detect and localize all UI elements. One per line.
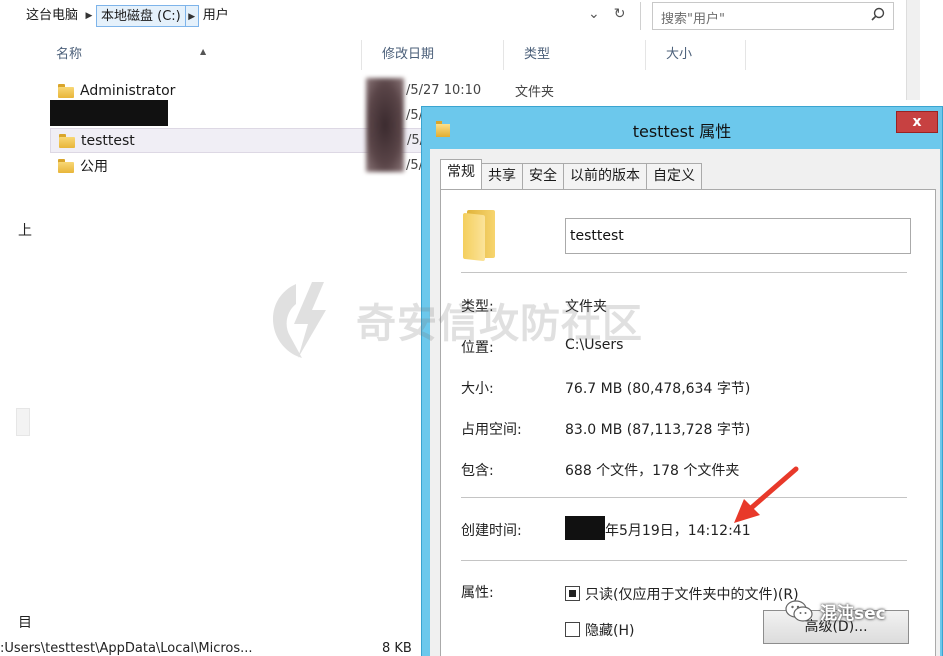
folder-name-input[interactable]: [565, 218, 911, 254]
folder-icon: [58, 83, 74, 98]
folder-icon: [463, 210, 499, 262]
location-value: C:\Users: [565, 337, 624, 353]
created-label: 创建时间:: [461, 523, 522, 539]
general-panel: 类型: 文件夹 位置: C:\Users 大小: 76.7 MB (80,478…: [440, 189, 936, 656]
dialog-body: 常规 共享 安全 以前的版本 自定义 类型: 文件夹 位置: C:\Users …: [430, 149, 940, 656]
wechat-icon: [785, 600, 813, 622]
list-item[interactable]: Administrator /5/27 10:10 文件夹: [36, 78, 936, 103]
column-header-date[interactable]: 修改日期: [362, 40, 504, 70]
column-headers: 名称 ▲ 修改日期 类型 大小: [36, 40, 746, 70]
redaction-mask: [50, 100, 168, 126]
refresh-icon[interactable]: ↻: [614, 6, 626, 22]
tab-general[interactable]: 常规: [440, 159, 482, 189]
chevron-down-icon[interactable]: ⌄: [588, 6, 600, 22]
dialog-title: testtest 属性: [632, 122, 732, 141]
column-label: 类型: [524, 47, 551, 62]
column-label: 修改日期: [382, 47, 435, 62]
disk-size-value: 83.0 MB (87,113,728 字节): [565, 422, 751, 438]
size-label: 大小:: [461, 381, 494, 397]
file-name: testtest: [81, 132, 135, 149]
disk-size-label: 占用空间:: [461, 422, 522, 438]
file-date: /5/27 10:10: [406, 83, 482, 98]
readonly-checkbox[interactable]: [565, 586, 580, 601]
redaction-mask: [565, 516, 605, 540]
column-label: 名称: [56, 47, 83, 62]
tab-customize[interactable]: 自定义: [646, 163, 702, 189]
attributes-label: 属性:: [461, 585, 494, 601]
breadcrumb-this-pc[interactable]: 这台电脑: [22, 5, 82, 27]
chevron-right-icon[interactable]: ▶: [184, 5, 199, 27]
contains-label: 包含:: [461, 463, 494, 479]
bolt-logo-icon: [272, 282, 326, 358]
hidden-checkbox[interactable]: [565, 622, 580, 637]
contains-value: 688 个文件，178 个文件夹: [565, 463, 740, 479]
tab-sharing[interactable]: 共享: [481, 163, 523, 189]
dialog-titlebar[interactable]: testtest 属性 x: [422, 107, 942, 149]
nav-fragment: 上: [18, 223, 32, 239]
folder-icon: [58, 158, 74, 173]
tab-previous-versions[interactable]: 以前的版本: [563, 163, 647, 189]
address-bar: 这台电脑 ▶ 本地磁盘 (C:) ▶ 用户 ⌄ ↻ 搜索"用户": [0, 0, 920, 100]
size-value: 76.7 MB (80,478,634 字节): [565, 381, 751, 397]
search-placeholder: 搜索"用户": [661, 12, 725, 27]
wechat-watermark: 混沌sec: [784, 598, 886, 624]
sort-up-icon: ▲: [200, 47, 207, 56]
column-header-type[interactable]: 类型: [504, 40, 646, 70]
tab-security[interactable]: 安全: [522, 163, 564, 189]
tab-bar: 常规 共享 安全 以前的版本 自定义: [440, 159, 702, 189]
divider: [461, 272, 907, 273]
nav-fragment: [16, 408, 30, 436]
divider: [461, 497, 907, 498]
divider: [640, 2, 641, 30]
breadcrumb: 这台电脑 ▶ 本地磁盘 (C:) ▶ 用户: [22, 3, 233, 29]
folder-icon: [59, 133, 75, 148]
arrow-annotation-icon: [734, 466, 799, 523]
readonly-label[interactable]: 只读(仅应用于文件夹中的文件)(R): [585, 584, 799, 604]
column-label: 大小: [666, 47, 693, 62]
nav-fragment: 目: [18, 615, 32, 631]
redaction-mask: [366, 78, 404, 172]
column-header-name[interactable]: 名称 ▲: [36, 40, 362, 70]
column-header-size[interactable]: 大小: [646, 40, 746, 70]
properties-dialog: testtest 属性 x 常规 共享 安全 以前的版本 自定义 类型: 文件夹…: [421, 106, 943, 656]
file-name: 公用: [80, 158, 108, 175]
breadcrumb-users[interactable]: 用户: [199, 5, 233, 27]
location-label: 位置:: [461, 340, 494, 356]
close-icon: x: [912, 114, 922, 130]
file-name: Administrator: [80, 82, 176, 99]
breadcrumb-local-disk[interactable]: 本地磁盘 (C:): [96, 5, 186, 27]
status-path: :Users\testtest\AppData\Local\Micros...: [0, 641, 253, 656]
status-size: 8 KB: [382, 641, 412, 656]
wechat-account-text: 混沌sec: [820, 603, 886, 624]
search-icon[interactable]: [871, 7, 885, 21]
close-button[interactable]: x: [896, 111, 938, 133]
type-value: 文件夹: [565, 299, 607, 315]
type-label: 类型:: [461, 299, 494, 315]
hidden-label[interactable]: 隐藏(H): [585, 620, 634, 640]
search-input[interactable]: 搜索"用户": [652, 2, 894, 30]
file-type: 文件夹: [515, 85, 555, 100]
divider: [461, 560, 907, 561]
chevron-right-icon[interactable]: ▶: [82, 11, 96, 21]
